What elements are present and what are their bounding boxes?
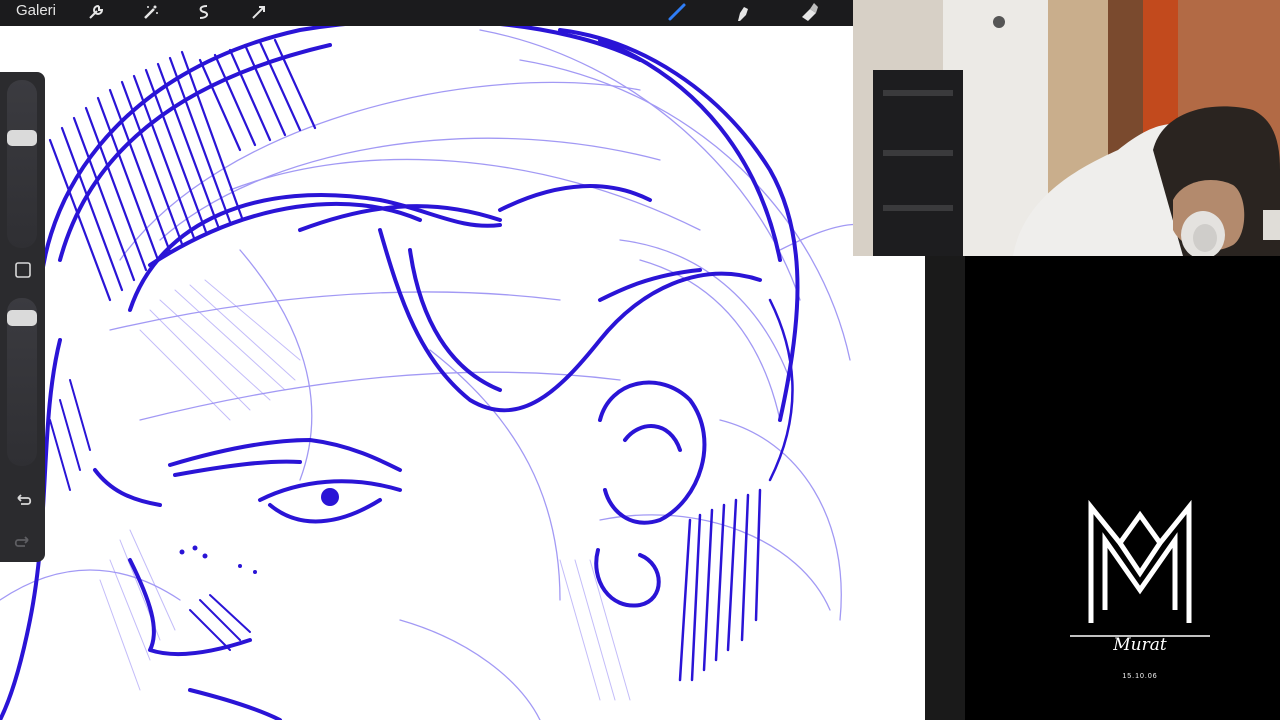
drawing-canvas[interactable]: [0, 0, 925, 720]
top-toolbar: Galeri: [0, 0, 853, 26]
brush-size-thumb[interactable]: [7, 130, 37, 146]
signature: Murat: [1113, 635, 1167, 655]
webcam-overlay: [853, 0, 1280, 256]
brush-size-slider[interactable]: [7, 80, 37, 248]
mm-monogram-logo: [1070, 499, 1210, 637]
opacity-thumb[interactable]: [7, 310, 37, 326]
left-sidebar: [0, 72, 45, 562]
smudge-icon[interactable]: [730, 0, 756, 24]
webcam-feed: [853, 0, 1280, 256]
face-sketch: [0, 18, 901, 720]
adjustments-icon[interactable]: [138, 0, 164, 24]
redo-icon[interactable]: [11, 528, 35, 552]
brand-logo: Murat 15.10.06: [1060, 495, 1220, 695]
wrench-icon[interactable]: [83, 0, 109, 24]
modify-square-icon[interactable]: [11, 258, 35, 282]
selection-icon[interactable]: [191, 0, 217, 24]
gallery-button[interactable]: Galeri: [16, 2, 56, 19]
eraser-icon[interactable]: [796, 0, 822, 24]
transform-icon[interactable]: [246, 0, 272, 24]
dock-strip: [925, 256, 965, 720]
undo-icon[interactable]: [11, 486, 35, 510]
brush-icon[interactable]: [664, 0, 690, 24]
signature-date: 15.10.06: [1122, 673, 1158, 680]
